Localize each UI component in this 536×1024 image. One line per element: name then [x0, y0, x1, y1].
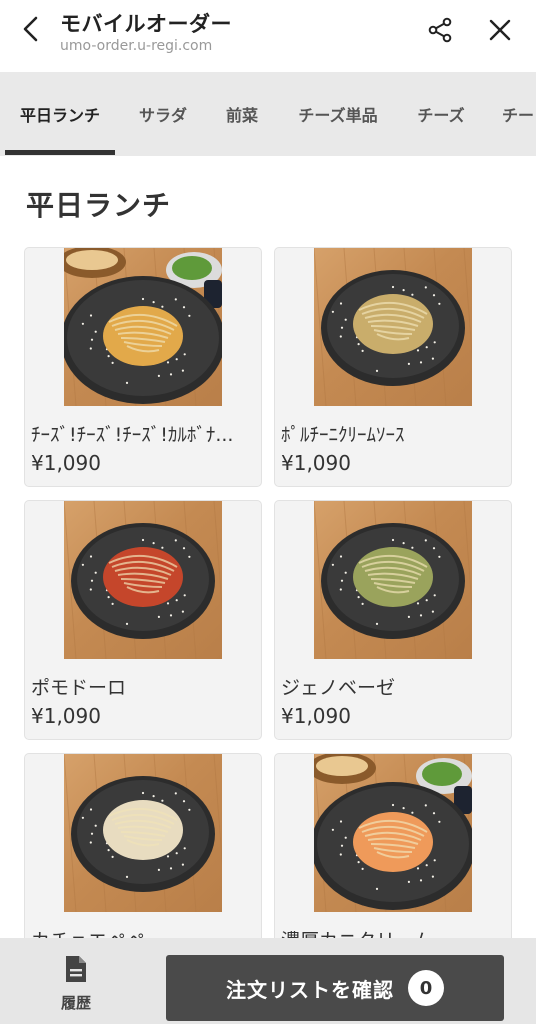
pasta-plate-illustration: [64, 754, 222, 912]
menu-item-photo: [64, 501, 222, 659]
menu-item-name: ジェノベーゼ: [281, 677, 396, 699]
menu-item-name: ポモドーロ: [31, 677, 127, 699]
view-order-list-button[interactable]: 注文リストを確認 0: [166, 955, 504, 1021]
pasta-plate-illustration: [314, 754, 472, 912]
order-count-badge: 0: [408, 970, 444, 1006]
menu-item-photo: [64, 248, 222, 406]
menu-item-name: ﾎﾟﾙﾁｰﾆｸﾘｰﾑｿｰｽ: [281, 424, 405, 446]
menu-item-card[interactable]: ジェノベーゼ ¥1,090: [274, 500, 512, 740]
history-button[interactable]: 履歴: [26, 948, 126, 1018]
menu-item-name: ﾁｰｽﾞ!ﾁｰｽﾞ!ﾁｰｽﾞ!ｶﾙﾎﾞﾅ...: [31, 424, 234, 446]
pasta-plate-illustration: [64, 501, 222, 659]
menu-item-price: ¥1,090: [31, 704, 101, 728]
pasta-plate-illustration: [314, 248, 472, 406]
menu-item-photo: [64, 754, 222, 912]
pasta-plate-illustration: [64, 248, 222, 406]
menu-item-card[interactable]: ﾁｰｽﾞ!ﾁｰｽﾞ!ﾁｰｽﾞ!ｶﾙﾎﾞﾅ... ¥1,090: [24, 247, 262, 487]
history-label: 履歴: [60, 993, 91, 1012]
app-root: モバイルオーダー umo-order.u-regi.com 平日ランチ サラダ …: [0, 0, 536, 1024]
menu-item-card[interactable]: ﾎﾟﾙﾁｰﾆｸﾘｰﾑｿｰｽ ¥1,090: [274, 247, 512, 487]
menu-item-price: ¥1,090: [281, 704, 351, 728]
bottom-action-bar: 履歴 注文リストを確認 0: [0, 938, 536, 1024]
menu-item-photo: [314, 248, 472, 406]
menu-grid: ﾁｰｽﾞ!ﾁｰｽﾞ!ﾁｰｽﾞ!ｶﾙﾎﾞﾅ... ¥1,090 ﾎﾟﾙﾁｰﾆｸﾘｰ…: [0, 0, 536, 1024]
pasta-plate-illustration: [314, 501, 472, 659]
menu-item-photo: [314, 501, 472, 659]
menu-item-card[interactable]: ポモドーロ ¥1,090: [24, 500, 262, 740]
menu-item-price: ¥1,090: [281, 451, 351, 475]
order-button-label: 注文リストを確認: [226, 977, 394, 1002]
menu-item-photo: [314, 754, 472, 912]
menu-item-price: ¥1,090: [31, 451, 101, 475]
document-icon: [66, 955, 86, 982]
